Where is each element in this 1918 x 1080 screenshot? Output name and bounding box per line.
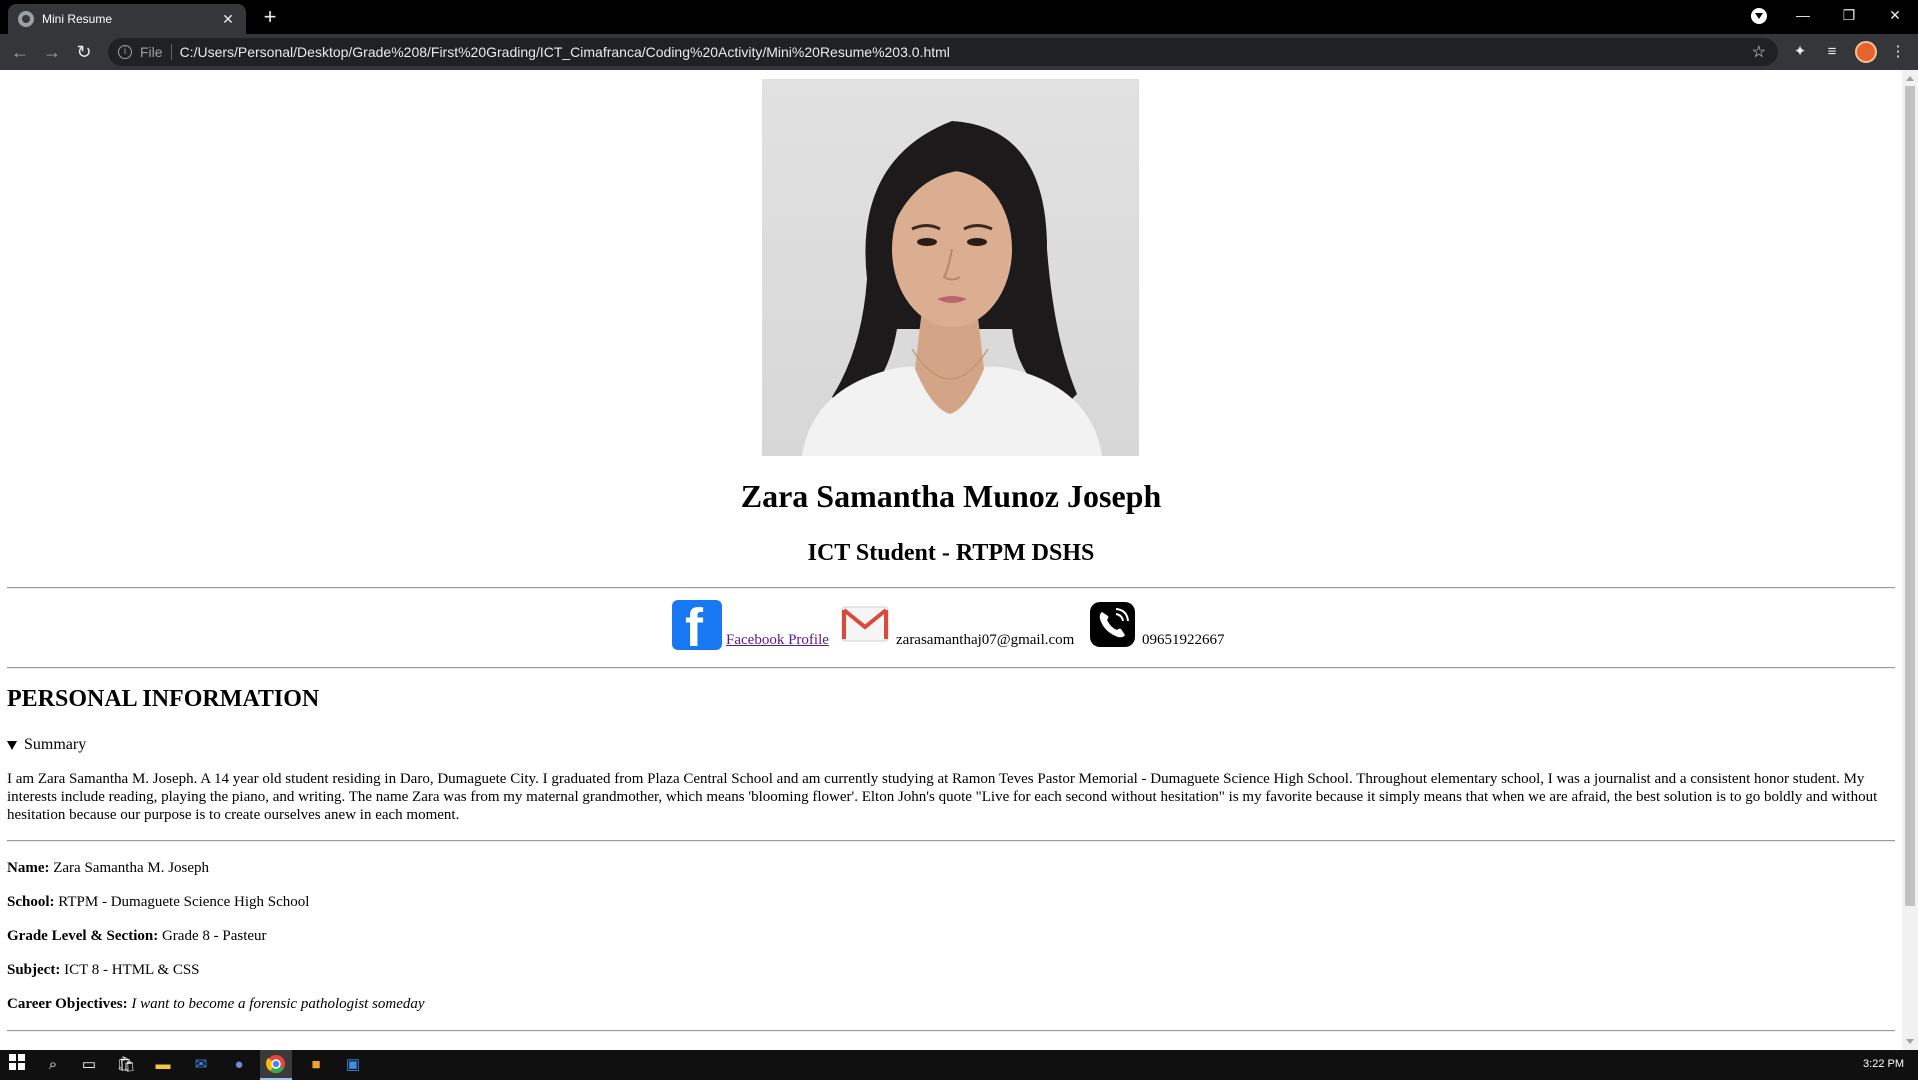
subtitle: ICT Student - RTPM DSHS [807,540,1095,566]
menu-icon[interactable]: ⋮ [1888,42,1908,62]
media-control-icon[interactable]: ≡ [1822,42,1842,62]
back-button[interactable]: ← [8,40,32,64]
page-title: Zara Samantha Munoz Joseph [740,478,1162,514]
field-label: Career Objectives: [7,996,128,1012]
address-bar[interactable]: i File C:/Users/Personal/Desktop/Grade%2… [108,38,1778,66]
clock: 3:22 PM [1863,1058,1904,1070]
restore-button[interactable]: ❐ [1826,0,1872,30]
phone-number-text: 09651922667 [1142,632,1225,648]
summary-label: Summary [24,736,87,753]
discord-icon[interactable]: ● [228,1054,250,1076]
url-scheme: File [140,44,172,60]
browser-toolbar: ← → ↻ i File C:/Users/Personal/Desktop/G… [0,34,1918,70]
tab-mini-resume[interactable]: Mini Resume ✕ [8,4,246,34]
close-window-button[interactable]: ✕ [1872,0,1918,30]
section-title: PERSONAL INFORMATION [7,686,320,712]
profile-avatar[interactable] [1855,41,1877,63]
field-grade-section: Grade Level & Section: Grade 8 - Pasteur [7,928,267,945]
tab-strip: Mini Resume ✕ + — ❐ ✕ [0,0,1918,34]
field-label: Name: [7,860,50,876]
bookmark-star-icon[interactable]: ☆ [1752,42,1766,62]
minimize-button[interactable]: — [1780,0,1826,30]
phone-icon [1090,602,1135,647]
facebook-profile-link[interactable]: Facebook Profile [726,632,829,649]
file-explorer-icon[interactable]: ▬ [152,1054,174,1076]
chrome-taskbar-icon[interactable] [260,1050,292,1080]
field-value: RTPM - Dumaguete Science High School [54,894,310,910]
field-label: Subject: [7,962,61,978]
summary-toggle[interactable]: Summary [7,736,86,754]
close-tab-icon[interactable]: ✕ [220,11,236,27]
disclosure-triangle-icon [7,740,17,750]
scrollbar-thumb[interactable] [1905,86,1915,906]
divider [7,587,1895,589]
tab-title: Mini Resume [42,12,113,26]
contact-row: f Facebook Profile zarasamanthaj07@gmail… [7,598,1895,652]
extensions-icon[interactable]: ✦ [1790,42,1810,62]
field-value: Zara Samantha M. Joseph [49,860,210,876]
facebook-icon[interactable]: f [672,600,722,650]
tab-search-icon[interactable] [1751,8,1767,24]
mail-icon [841,606,889,642]
field-career-objectives: Career Objectives: I want to become a fo… [7,996,425,1013]
scroll-down-icon[interactable] [1906,1039,1914,1044]
globe-icon [18,11,34,27]
field-name: Name: Zara Samantha M. Joseph [7,860,209,877]
task-view-icon[interactable]: ▭ [78,1054,100,1076]
field-label: Grade Level & Section: [7,928,159,944]
field-school: School: RTPM - Dumaguete Science High Sc… [7,894,309,911]
url-text[interactable]: C:/Users/Personal/Desktop/Grade%208/Firs… [180,44,950,60]
forward-button[interactable]: → [40,40,64,64]
scroll-up-icon[interactable] [1906,76,1914,81]
field-label: School: [7,894,55,910]
store-icon[interactable]: 🛍 [115,1054,137,1076]
divider [7,840,1895,842]
windows-start-icon[interactable] [6,1054,28,1076]
field-value: I want to become a forensic pathologist … [131,996,425,1012]
field-subject: Subject: ICT 8 - HTML & CSS [7,962,200,979]
info-icon[interactable]: i [118,45,132,59]
profile-photo [762,79,1139,456]
divider [7,1030,1895,1032]
mail-app-icon[interactable]: ✉ [190,1054,212,1076]
photos-icon[interactable]: ▣ [342,1054,364,1076]
email-text: zarasamanthaj07@gmail.com [896,632,1075,648]
field-value: Grade 8 - Pasteur [158,928,267,944]
summary-paragraph: I am Zara Samantha M. Joseph. A 14 year … [7,771,1878,823]
field-value: ICT 8 - HTML & CSS [60,962,200,978]
vertical-scrollbar[interactable] [1902,70,1918,1050]
sublime-text-icon[interactable]: ■ [305,1054,327,1076]
search-icon[interactable]: ⌕ [42,1054,64,1076]
new-tab-button[interactable]: + [258,6,282,30]
reload-button[interactable]: ↻ [72,40,96,64]
page-viewport: Zara Samantha Munoz Joseph ICT Student -… [0,70,1918,1050]
divider [7,667,1895,669]
